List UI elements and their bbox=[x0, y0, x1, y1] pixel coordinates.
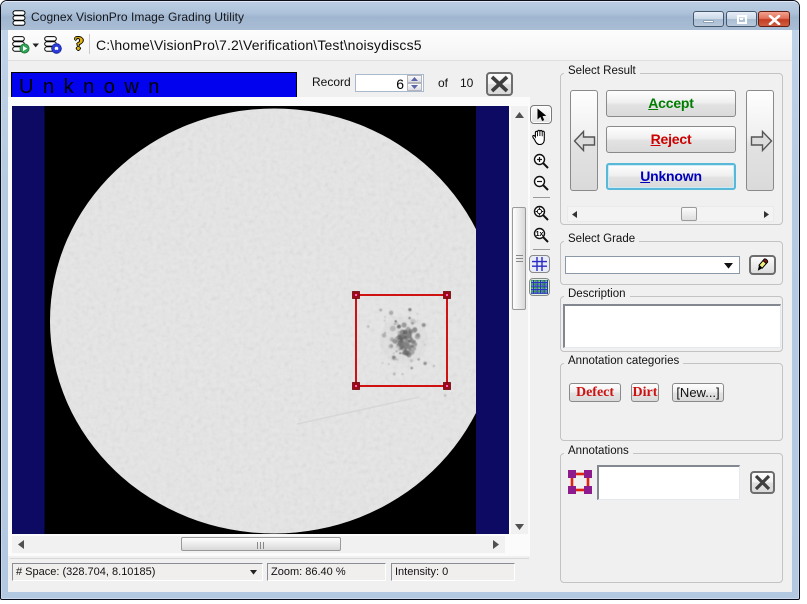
svg-text:1x: 1x bbox=[536, 231, 544, 238]
